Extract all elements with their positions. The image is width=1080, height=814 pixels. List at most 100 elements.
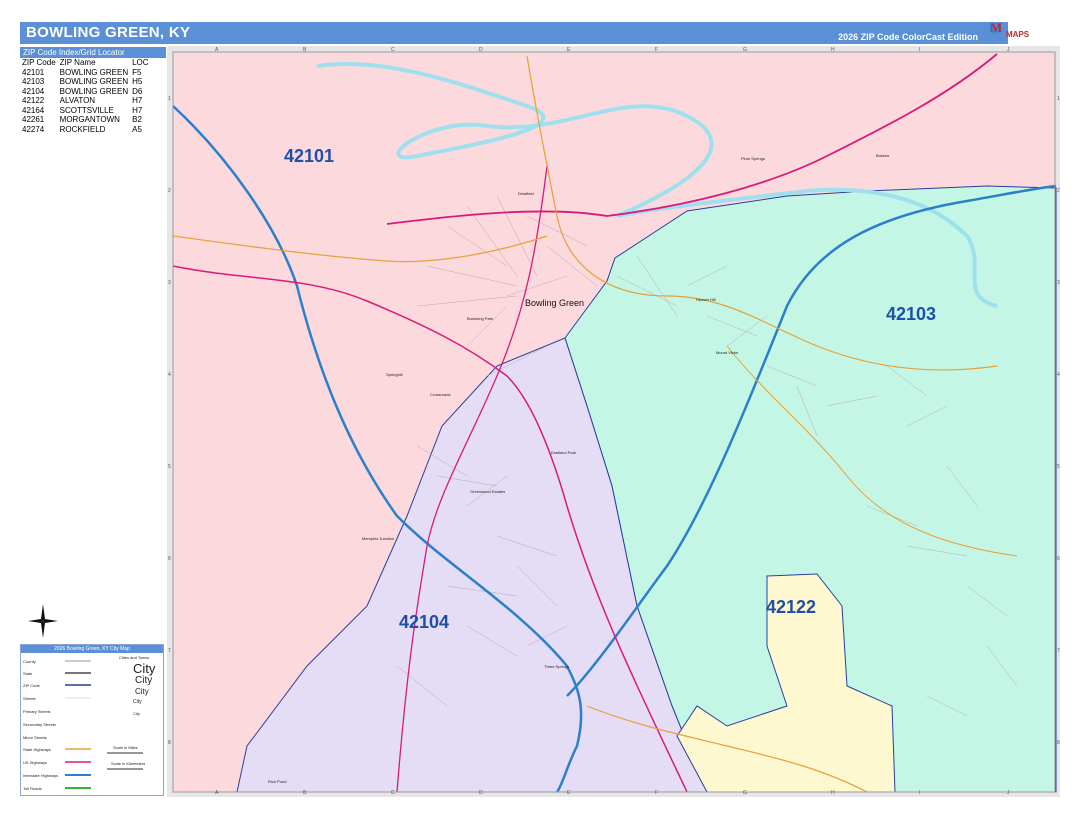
grid-col-label: E xyxy=(567,790,571,796)
compass-rose-icon xyxy=(28,604,58,638)
grid-col-label: A xyxy=(215,47,219,53)
table-row: 42261 MORGANTOWN B2 xyxy=(22,115,153,125)
place-label: Springhill xyxy=(386,372,403,377)
table-row: 42164 SCOTTSVILLE H7 xyxy=(22,106,153,116)
grid-col-label: B xyxy=(303,790,307,796)
city-label-bowling-green: Bowling Green xyxy=(525,298,585,308)
zip-cell: 42164 xyxy=(22,105,45,115)
grid-col-label: I xyxy=(919,47,921,53)
grid-row-label: 6 xyxy=(1057,556,1060,562)
title-bar: BOWLING GREEN, KY 2026 ZIP Code ColorCas… xyxy=(20,22,1008,44)
legend-city-sample: City xyxy=(133,699,142,705)
zip-cell: 42274 xyxy=(22,124,45,134)
place-label: Crossroads xyxy=(430,392,451,397)
zip-name-cell: MORGANTOWN xyxy=(59,115,120,124)
zip-name-cell: BOWLING GREEN xyxy=(59,86,129,96)
legend-scale-km: Scale in Kilometers xyxy=(111,761,146,766)
table-row: 42101 BOWLING GREEN F5 xyxy=(22,68,153,78)
loc-cell: D6 xyxy=(132,86,143,96)
table-row: 42122 ALVATON H7 xyxy=(22,96,153,106)
loc-cell: H7 xyxy=(132,96,143,105)
grid-col-label: F xyxy=(655,790,659,796)
place-label: Delafield xyxy=(518,191,534,196)
grid-row-label: 2 xyxy=(1057,188,1060,194)
place-label: Eastland Park xyxy=(551,450,576,455)
zip-index-table: ZIP Code ZIP Name LOC 42101 BOWLING GREEN… xyxy=(22,58,153,134)
grid-col-label: A xyxy=(215,790,219,796)
grid-col-label: H xyxy=(831,790,835,796)
grid-col-label: G xyxy=(743,790,747,796)
zip-cell: 42122 xyxy=(22,96,45,105)
place-label: Plum Springs xyxy=(741,156,765,161)
grid-col-label: D xyxy=(479,790,483,796)
grid-col-label: C xyxy=(391,790,395,796)
zip-name-cell: ALVATON xyxy=(59,96,96,105)
zip-cell: 42261 xyxy=(22,115,45,124)
grid-col-label: H xyxy=(831,47,835,53)
place-label: Hoover Hill xyxy=(696,297,716,302)
table-row: 42104 BOWLING GREEN D6 xyxy=(22,87,153,97)
zip-cell: 42101 xyxy=(22,67,45,77)
legend-cities-heading: Cities and Towns xyxy=(119,655,150,660)
loc-cell: B2 xyxy=(132,115,142,124)
zip-name-cell: ROCKFIELD xyxy=(59,124,106,134)
zip-cell: 42104 xyxy=(22,86,45,96)
place-label: Greenwood Estates xyxy=(470,489,506,494)
zip-label-42103: 42103 xyxy=(886,304,937,324)
table-row: 42103 BOWLING GREEN H5 xyxy=(22,77,153,87)
grid-row-label: 7 xyxy=(1057,648,1060,654)
zip-label-42101: 42101 xyxy=(284,146,335,166)
zip-index-panel: ZIP Code Index/Grid Locator ZIP Code ZIP… xyxy=(20,47,166,134)
zip-index-heading: ZIP Code Index/Grid Locator xyxy=(20,47,166,58)
legend-scale-miles: Scale in Miles xyxy=(113,745,138,750)
loc-cell: F5 xyxy=(132,67,142,77)
zip-name-cell: SCOTTSVILLE xyxy=(59,105,114,115)
grid-row-label: 4 xyxy=(168,372,171,378)
grid-col-label: J xyxy=(1007,790,1010,796)
logo-maps: MAPS xyxy=(1006,30,1030,39)
market-maps-logo: M MAPS xyxy=(988,20,1034,46)
grid-row-label: 5 xyxy=(1057,464,1060,470)
loc-cell: H5 xyxy=(132,77,143,86)
grid-row-label: 6 xyxy=(168,556,171,562)
edition-label: 2026 ZIP Code ColorCast Edition xyxy=(838,32,978,42)
grid-row-label: 5 xyxy=(168,464,171,470)
grid-row-label: 8 xyxy=(1057,740,1060,746)
zip-cell: 42103 xyxy=(22,77,45,86)
place-label: Bristow xyxy=(876,153,890,158)
loc-cell: H7 xyxy=(132,105,143,115)
grid-col-label: D xyxy=(479,47,483,53)
col-header: ZIP Code xyxy=(22,58,56,67)
legend-city-sample: City xyxy=(133,661,156,676)
grid-row-label: 7 xyxy=(168,648,171,654)
legend-city-sample: City xyxy=(135,687,149,696)
col-header: ZIP Name xyxy=(59,58,96,67)
grid-col-label: C xyxy=(391,47,395,53)
zip-label-42104: 42104 xyxy=(399,612,450,632)
legend-city-sample: City xyxy=(135,675,153,686)
place-label: Rich Pond xyxy=(268,779,287,784)
zip-label-42122: 42122 xyxy=(766,597,817,617)
grid-col-label: E xyxy=(567,47,571,53)
place-label: Browning Park xyxy=(467,316,494,321)
loc-cell: A5 xyxy=(132,124,142,134)
grid-col-label: G xyxy=(743,47,747,53)
place-label: Mount Victor xyxy=(716,350,739,355)
map-title: BOWLING GREEN, KY xyxy=(26,24,191,41)
grid-row-label: 3 xyxy=(168,280,171,286)
zip-index-header-row: ZIP Code ZIP Name LOC xyxy=(22,58,153,68)
grid-col-label: B xyxy=(303,47,307,53)
place-label: Memphis Junction xyxy=(362,536,395,541)
grid-row-label: 1 xyxy=(1057,96,1060,102)
grid-col-label: J xyxy=(1007,47,1010,53)
map-legend: 2026 Bowling Green, KY City Map County S… xyxy=(20,644,164,796)
grid-row-label: 4 xyxy=(1057,372,1060,378)
grid-col-label: I xyxy=(919,790,921,796)
grid-row-label: 2 xyxy=(168,188,171,194)
zip-name-cell: BOWLING GREEN xyxy=(59,77,129,86)
grid-col-label: F xyxy=(655,47,659,53)
zip-name-cell: BOWLING GREEN xyxy=(59,67,129,77)
grid-row-label: 1 xyxy=(168,96,171,102)
legend-city-sample: City xyxy=(133,711,140,716)
logo-m: M xyxy=(990,20,1003,35)
